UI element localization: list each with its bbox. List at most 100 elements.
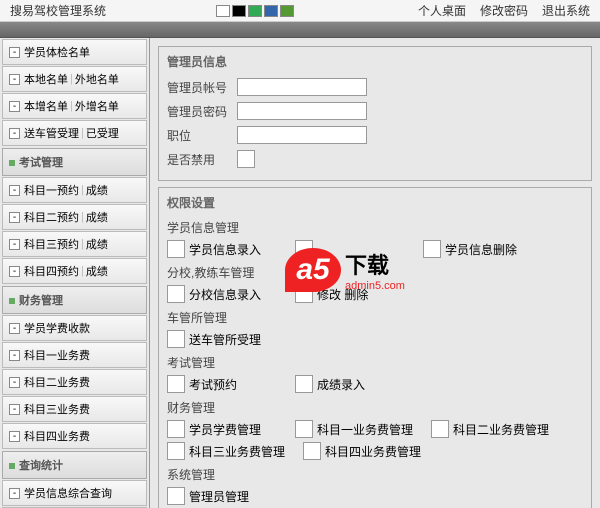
checkbox-item[interactable]: 学员信息录入 — [167, 240, 277, 258]
toolbar — [0, 22, 600, 38]
checkbox-item[interactable]: 学员信息删除 — [423, 240, 533, 258]
top-link[interactable]: 个人桌面 — [418, 2, 466, 19]
expand-icon: - — [9, 101, 20, 112]
expand-icon: - — [9, 74, 20, 85]
checkbox-label: 科目一业务费管理 — [317, 421, 413, 438]
panel-title: 管理员信息 — [167, 53, 583, 70]
checkbox[interactable] — [167, 375, 185, 393]
section-label: 考试管理 — [167, 354, 583, 371]
section-label: 系统管理 — [167, 466, 583, 483]
expand-icon: - — [9, 404, 20, 415]
checkbox-label: 科目二业务费管理 — [453, 421, 549, 438]
sidebar-item[interactable]: -科目一业务费 — [2, 342, 147, 368]
checkbox-label: 成绩录入 — [317, 376, 365, 393]
field-label: 管理员帐号 — [167, 79, 237, 96]
field-label: 管理员密码 — [167, 103, 237, 120]
checkbox[interactable] — [167, 330, 185, 348]
sidebar-item[interactable]: -送车管受理|已受理 — [2, 120, 147, 146]
checkbox[interactable] — [167, 420, 185, 438]
sidebar-item[interactable]: -学员体检名单 — [2, 39, 147, 65]
checkbox-item[interactable]: 考试预约 — [167, 375, 277, 393]
sidebar-item[interactable]: -科目二业务费 — [2, 369, 147, 395]
sidebar-item[interactable]: -科目四预约|成绩 — [2, 258, 147, 284]
theme-colors — [216, 5, 294, 17]
expand-icon: - — [9, 350, 20, 361]
checkbox-item[interactable]: 管理员管理 — [167, 487, 277, 505]
text-input[interactable] — [237, 102, 367, 120]
expand-icon: - — [9, 47, 20, 58]
header-icon — [9, 298, 15, 304]
sidebar-item[interactable]: -学员学费收款 — [2, 315, 147, 341]
checkbox[interactable] — [295, 375, 313, 393]
checkbox-label: 考试预约 — [189, 376, 237, 393]
checkbox-label: 分校信息录入 — [189, 286, 261, 303]
expand-icon: - — [9, 488, 20, 499]
sidebar: -学员体检名单-本地名单|外地名单-本增名单|外增名单-送车管受理|已受理考试管… — [0, 38, 150, 508]
checkbox-item[interactable]: 科目二业务费管理 — [431, 420, 549, 438]
expand-icon: - — [9, 431, 20, 442]
theme-swatch[interactable] — [232, 5, 246, 17]
theme-swatch[interactable] — [264, 5, 278, 17]
section-label: 学员信息管理 — [167, 219, 583, 236]
checkbox[interactable] — [167, 487, 185, 505]
sidebar-item[interactable]: -科目一预约|成绩 — [2, 177, 147, 203]
checkbox-label: 学员信息删除 — [445, 241, 517, 258]
checkbox[interactable] — [167, 240, 185, 258]
section-label: 财务管理 — [167, 399, 583, 416]
sidebar-item[interactable]: -学员信息综合查询 — [2, 480, 147, 506]
sidebar-item[interactable]: -本地名单|外地名单 — [2, 66, 147, 92]
sidebar-item[interactable]: -科目三业务费 — [2, 396, 147, 422]
checkbox-item[interactable]: 学员学费管理 — [167, 420, 277, 438]
sidebar-header[interactable]: 查询统计 — [2, 451, 147, 479]
top-links: 个人桌面修改密码退出系统 — [418, 2, 600, 19]
field-label: 是否禁用 — [167, 151, 237, 168]
section-label: 车管所管理 — [167, 309, 583, 326]
checkbox[interactable] — [423, 240, 441, 258]
sidebar-item[interactable]: -科目四业务费 — [2, 423, 147, 449]
sidebar-header[interactable]: 考试管理 — [2, 148, 147, 176]
checkbox-item[interactable]: 成绩录入 — [295, 375, 405, 393]
sidebar-item[interactable]: -本增名单|外增名单 — [2, 93, 147, 119]
checkbox-label: 学员信息录入 — [189, 241, 261, 258]
expand-icon: - — [9, 266, 20, 277]
theme-swatch[interactable] — [216, 5, 230, 17]
checkbox-item[interactable]: 科目一业务费管理 — [295, 420, 413, 438]
panel-title: 权限设置 — [167, 194, 583, 211]
theme-swatch[interactable] — [280, 5, 294, 17]
top-link[interactable]: 修改密码 — [480, 2, 528, 19]
expand-icon: - — [9, 212, 20, 223]
panel-admin-info: 管理员信息 管理员帐号管理员密码职位是否禁用 — [158, 46, 592, 181]
expand-icon: - — [9, 323, 20, 334]
checkbox-item[interactable]: 科目四业务费管理 — [303, 442, 421, 460]
theme-swatch[interactable] — [248, 5, 262, 17]
checkbox[interactable] — [237, 150, 255, 168]
checkbox-item[interactable]: 分校信息录入 — [167, 285, 277, 303]
sidebar-item[interactable]: -科目二预约|成绩 — [2, 204, 147, 230]
checkbox-label: 科目四业务费管理 — [325, 443, 421, 460]
expand-icon: - — [9, 128, 20, 139]
checkbox-label: 送车管所受理 — [189, 331, 261, 348]
checkbox[interactable] — [295, 420, 313, 438]
field-label: 职位 — [167, 127, 237, 144]
checkbox-label: 学员学费管理 — [189, 421, 261, 438]
checkbox-label: 管理员管理 — [189, 488, 249, 505]
checkbox-item[interactable]: 送车管所受理 — [167, 330, 277, 348]
watermark-logo: a5 下载admin5.com — [285, 248, 405, 292]
checkbox-label: 科目三业务费管理 — [189, 443, 285, 460]
checkbox[interactable] — [303, 442, 321, 460]
text-input[interactable] — [237, 78, 367, 96]
panel-permissions: 权限设置 学员信息管理学员信息录入学员信息删除分校,教练车管理分校信息录入修改 … — [158, 187, 592, 508]
sidebar-item[interactable]: -科目三预约|成绩 — [2, 231, 147, 257]
checkbox-item[interactable]: 科目三业务费管理 — [167, 442, 285, 460]
header-icon — [9, 160, 15, 166]
expand-icon: - — [9, 239, 20, 250]
expand-icon: - — [9, 185, 20, 196]
checkbox[interactable] — [167, 442, 185, 460]
top-link[interactable]: 退出系统 — [542, 2, 590, 19]
text-input[interactable] — [237, 126, 367, 144]
expand-icon: - — [9, 377, 20, 388]
checkbox[interactable] — [167, 285, 185, 303]
sidebar-header[interactable]: 财务管理 — [2, 286, 147, 314]
header-icon — [9, 463, 15, 469]
checkbox[interactable] — [431, 420, 449, 438]
